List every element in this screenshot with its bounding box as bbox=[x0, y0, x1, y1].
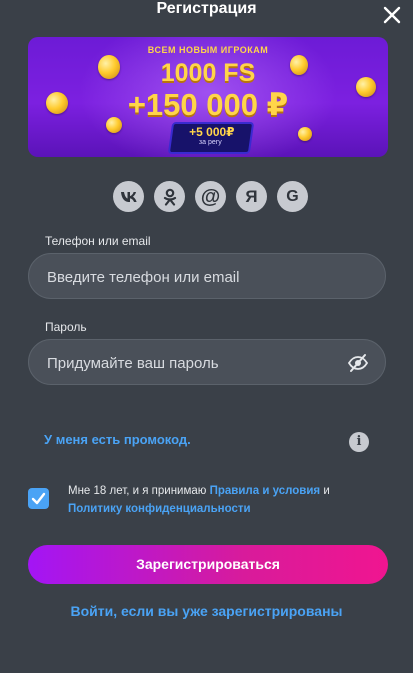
terms-link[interactable]: Правила и условия bbox=[210, 485, 321, 497]
page-title: Регистрация bbox=[156, 0, 257, 17]
promo-banner[interactable]: ВСЕМ НОВЫМ ИГРОКАМ 1000 FS +150 000 ₽ +5… bbox=[28, 37, 388, 157]
register-button[interactable]: Зарегистрироваться bbox=[28, 545, 388, 584]
social-login-row: @ Я G bbox=[113, 181, 308, 212]
yandex-icon[interactable]: Я bbox=[236, 181, 267, 212]
terms-text: Мне 18 лет, и я принимаю Правила и услов… bbox=[68, 482, 378, 518]
terms-and: и bbox=[320, 485, 330, 497]
agree-checkbox[interactable] bbox=[28, 488, 49, 509]
password-label: Пароль bbox=[45, 320, 87, 334]
password-input[interactable] bbox=[45, 340, 349, 386]
phone-input[interactable] bbox=[45, 254, 349, 300]
privacy-link[interactable]: Политику конфиденциальности bbox=[68, 503, 251, 515]
banner-badge-amount: +5 000₽ bbox=[189, 125, 235, 139]
password-field bbox=[28, 339, 386, 386]
phone-label: Телефон или email bbox=[45, 234, 151, 248]
banner-badge: +5 000₽ за регу bbox=[167, 122, 255, 154]
banner-badge-sub: за регу bbox=[198, 139, 222, 146]
vk-icon[interactable] bbox=[113, 181, 144, 212]
promo-code-link[interactable]: У меня есть промокод. bbox=[44, 432, 191, 447]
login-link[interactable]: Войти, если вы уже зарегистрированы bbox=[0, 603, 413, 619]
banner-top-text: ВСЕМ НОВЫМ ИГРОКАМ bbox=[147, 45, 269, 55]
checkmark-icon bbox=[31, 492, 46, 505]
eye-off-icon[interactable] bbox=[347, 352, 369, 374]
banner-rub-text: +150 000 ₽ bbox=[127, 87, 289, 122]
google-icon[interactable]: G bbox=[277, 181, 308, 212]
mail-icon[interactable]: @ bbox=[195, 181, 226, 212]
phone-field bbox=[28, 253, 386, 300]
odnoklassniki-icon[interactable] bbox=[154, 181, 185, 212]
close-icon[interactable] bbox=[381, 4, 403, 26]
info-icon[interactable]: i bbox=[349, 432, 369, 452]
terms-prefix: Мне 18 лет, и я принимаю bbox=[68, 485, 210, 497]
banner-fs-text: 1000 FS bbox=[160, 59, 256, 87]
